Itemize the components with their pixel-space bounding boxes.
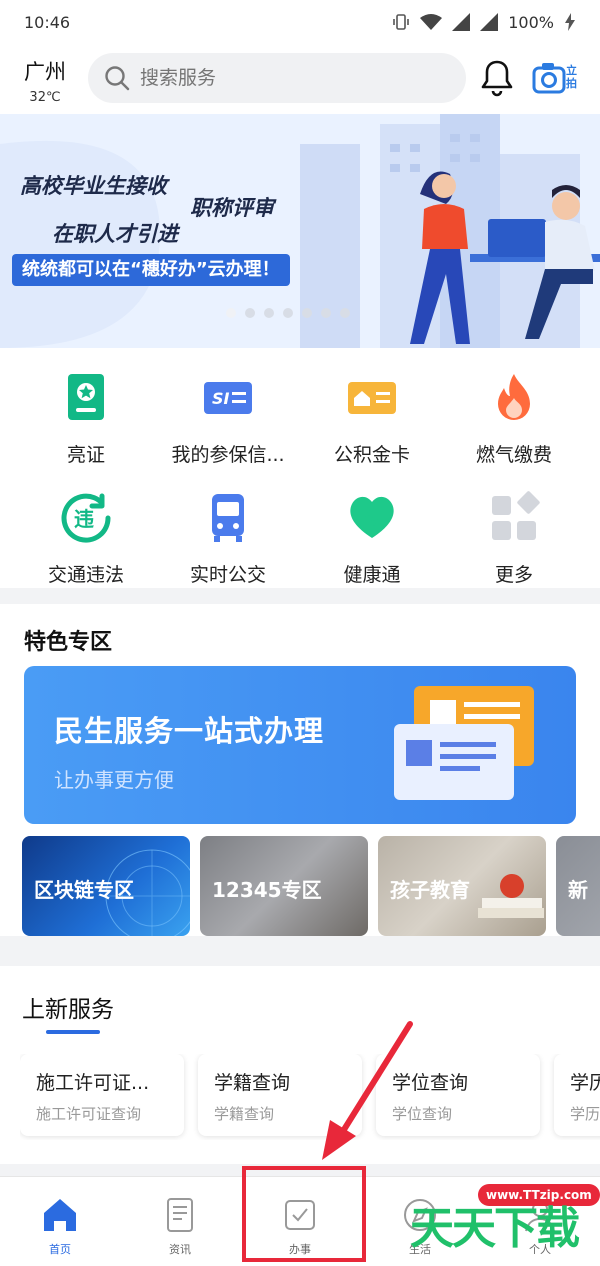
service-card-name: 学位查询 <box>392 1072 469 1094</box>
heart-icon <box>350 496 394 538</box>
service-social-insurance[interactable]: SI 我的参保信... <box>158 370 298 467</box>
traffic-violation-icon: 违 <box>61 493 111 543</box>
pagination-dot[interactable] <box>245 308 255 318</box>
feature-card-title: 民生服务一站式办理 <box>54 714 325 748</box>
tile-blockchain[interactable]: 区块链专区 <box>22 836 190 936</box>
service-card-degree[interactable]: 学位查询 学位查询 <box>376 1054 540 1136</box>
service-health-pass[interactable]: 健康通 <box>302 490 442 587</box>
charging-icon <box>565 13 575 31</box>
social-insurance-icon: SI <box>204 382 252 414</box>
service-label: 交通违法 <box>47 564 124 586</box>
service-card-sub: 学位查询 <box>392 1105 453 1123</box>
annotation-highlight-box <box>242 1166 366 1262</box>
site-watermark: www.TTzip.com 天天下载 <box>402 1174 600 1266</box>
watermark-text: 天天下载 <box>410 1203 580 1254</box>
pagination-dot[interactable] <box>283 308 293 318</box>
status-time: 10:46 <box>24 12 71 32</box>
promo-banner[interactable]: 高校毕业生接收 职称评审 在职人才引进 统统都可以在“穗好办”云办理！ <box>0 114 600 348</box>
pagination-dot[interactable] <box>226 308 236 318</box>
tile-more[interactable]: 新 <box>556 836 600 936</box>
new-services-section: 上新服务 施工许可证... 施工许可证查询 学籍查询 学籍查询 学位查询 学位查… <box>0 966 600 1164</box>
quick-services-grid: 亮证 SI 我的参保信... 公积金卡 燃气缴费 违 交通违法 实时公交 健康通… <box>0 348 600 588</box>
pagination-dot[interactable] <box>340 308 350 318</box>
pagination-dot[interactable] <box>321 308 331 318</box>
tab-home[interactable]: 首页 <box>20 1195 100 1257</box>
status-icons: 100% <box>392 13 576 32</box>
service-traffic-violation[interactable]: 违 交通违法 <box>16 490 156 587</box>
service-label: 实时公交 <box>189 564 266 586</box>
banner-strip: 统统都可以在“穗好办”云办理！ <box>12 254 290 286</box>
id-card-icon <box>68 374 104 420</box>
home-icon <box>44 1199 76 1231</box>
city-selector[interactable]: 广州 32℃ <box>20 56 70 105</box>
housing-fund-card-icon <box>348 382 396 414</box>
news-icon <box>167 1198 193 1232</box>
banner-line-3: 在职人才引进 <box>52 222 178 246</box>
banner-line-2: 职称评审 <box>190 196 274 220</box>
service-gas-payment[interactable]: 燃气缴费 <box>444 370 584 467</box>
app-header: 广州 32℃ 立拍 <box>0 44 600 114</box>
banner-line-1: 高校毕业生接收 <box>20 174 167 198</box>
bus-icon <box>212 494 244 542</box>
wifi-icon <box>420 14 443 30</box>
feature-card-subtitle: 让办事更方便 <box>54 768 174 792</box>
id-cards-illustration <box>394 686 534 800</box>
battery-percent: 100% <box>508 12 554 32</box>
tile-child-education[interactable]: 孩子教育 <box>378 836 546 936</box>
feature-section: 特色专区 民生服务一站式办理 让办事更方便 区块链专区 12345专区 孩子教育 <box>0 604 600 936</box>
new-services-row: 施工许可证... 施工许可证查询 学籍查询 学籍查询 学位查询 学位查询 学历 … <box>20 1054 600 1140</box>
service-card-name: 施工许可证... <box>36 1072 150 1094</box>
svg-text:SI: SI <box>212 389 230 408</box>
service-card-construction-permit[interactable]: 施工许可证... 施工许可证查询 <box>20 1054 184 1136</box>
service-card-name: 学历 <box>570 1072 600 1094</box>
feature-card-onestop[interactable]: 民生服务一站式办理 让办事更方便 <box>24 666 576 824</box>
tab-label: 首页 <box>49 1243 71 1256</box>
search-icon <box>105 66 130 91</box>
cell-signal-icon <box>452 13 471 31</box>
service-realtime-bus[interactable]: 实时公交 <box>158 490 298 587</box>
tab-news[interactable]: 资讯 <box>140 1195 220 1257</box>
tile-label: 新 <box>568 878 588 902</box>
camera-label: 立拍 <box>566 64 577 90</box>
snap-camera-button[interactable]: 立拍 <box>532 60 584 98</box>
service-card-sub: 学历 <box>570 1105 600 1123</box>
pagination-dot[interactable] <box>302 308 312 318</box>
service-label: 健康通 <box>343 564 401 586</box>
service-card-name: 学籍查询 <box>214 1072 291 1094</box>
svg-text:违: 违 <box>74 507 94 531</box>
service-label: 燃气缴费 <box>475 444 552 466</box>
service-label: 我的参保信... <box>171 444 285 466</box>
service-card-student-status[interactable]: 学籍查询 学籍查询 <box>198 1054 362 1136</box>
cell-signal-2-icon <box>480 13 499 31</box>
tile-label: 12345专区 <box>212 878 322 902</box>
more-grid-icon <box>492 491 540 540</box>
service-more[interactable]: 更多 <box>444 490 584 587</box>
banner-pagination <box>226 308 350 318</box>
pagination-dot[interactable] <box>264 308 274 318</box>
title-underline <box>46 1030 100 1034</box>
service-label: 亮证 <box>66 444 105 466</box>
service-card-education-record[interactable]: 学历 学历 <box>554 1054 600 1136</box>
service-housing-fund[interactable]: 公积金卡 <box>302 370 442 467</box>
feature-title: 特色专区 <box>24 630 113 655</box>
tab-label: 资讯 <box>169 1243 191 1256</box>
service-card-sub: 施工许可证查询 <box>36 1105 142 1123</box>
search-bar[interactable] <box>88 53 466 103</box>
tile-label: 区块链专区 <box>34 878 134 902</box>
search-input[interactable] <box>140 67 440 89</box>
status-bar: 10:46 100% <box>0 0 600 44</box>
service-show-id[interactable]: 亮证 <box>16 370 156 467</box>
service-label: 更多 <box>494 564 533 586</box>
new-services-title: 上新服务 <box>22 997 114 1023</box>
bell-icon[interactable] <box>480 58 514 98</box>
service-card-sub: 学籍查询 <box>214 1105 275 1123</box>
flame-icon <box>498 374 530 420</box>
vibrate-icon <box>393 14 410 30</box>
service-label: 公积金卡 <box>333 444 410 466</box>
tile-12345[interactable]: 12345专区 <box>200 836 368 936</box>
city-name: 广州 <box>24 60 66 84</box>
feature-tiles: 区块链专区 12345专区 孩子教育 新 <box>22 836 600 936</box>
tile-label: 孩子教育 <box>390 878 470 902</box>
city-temperature: 32℃ <box>29 90 61 105</box>
